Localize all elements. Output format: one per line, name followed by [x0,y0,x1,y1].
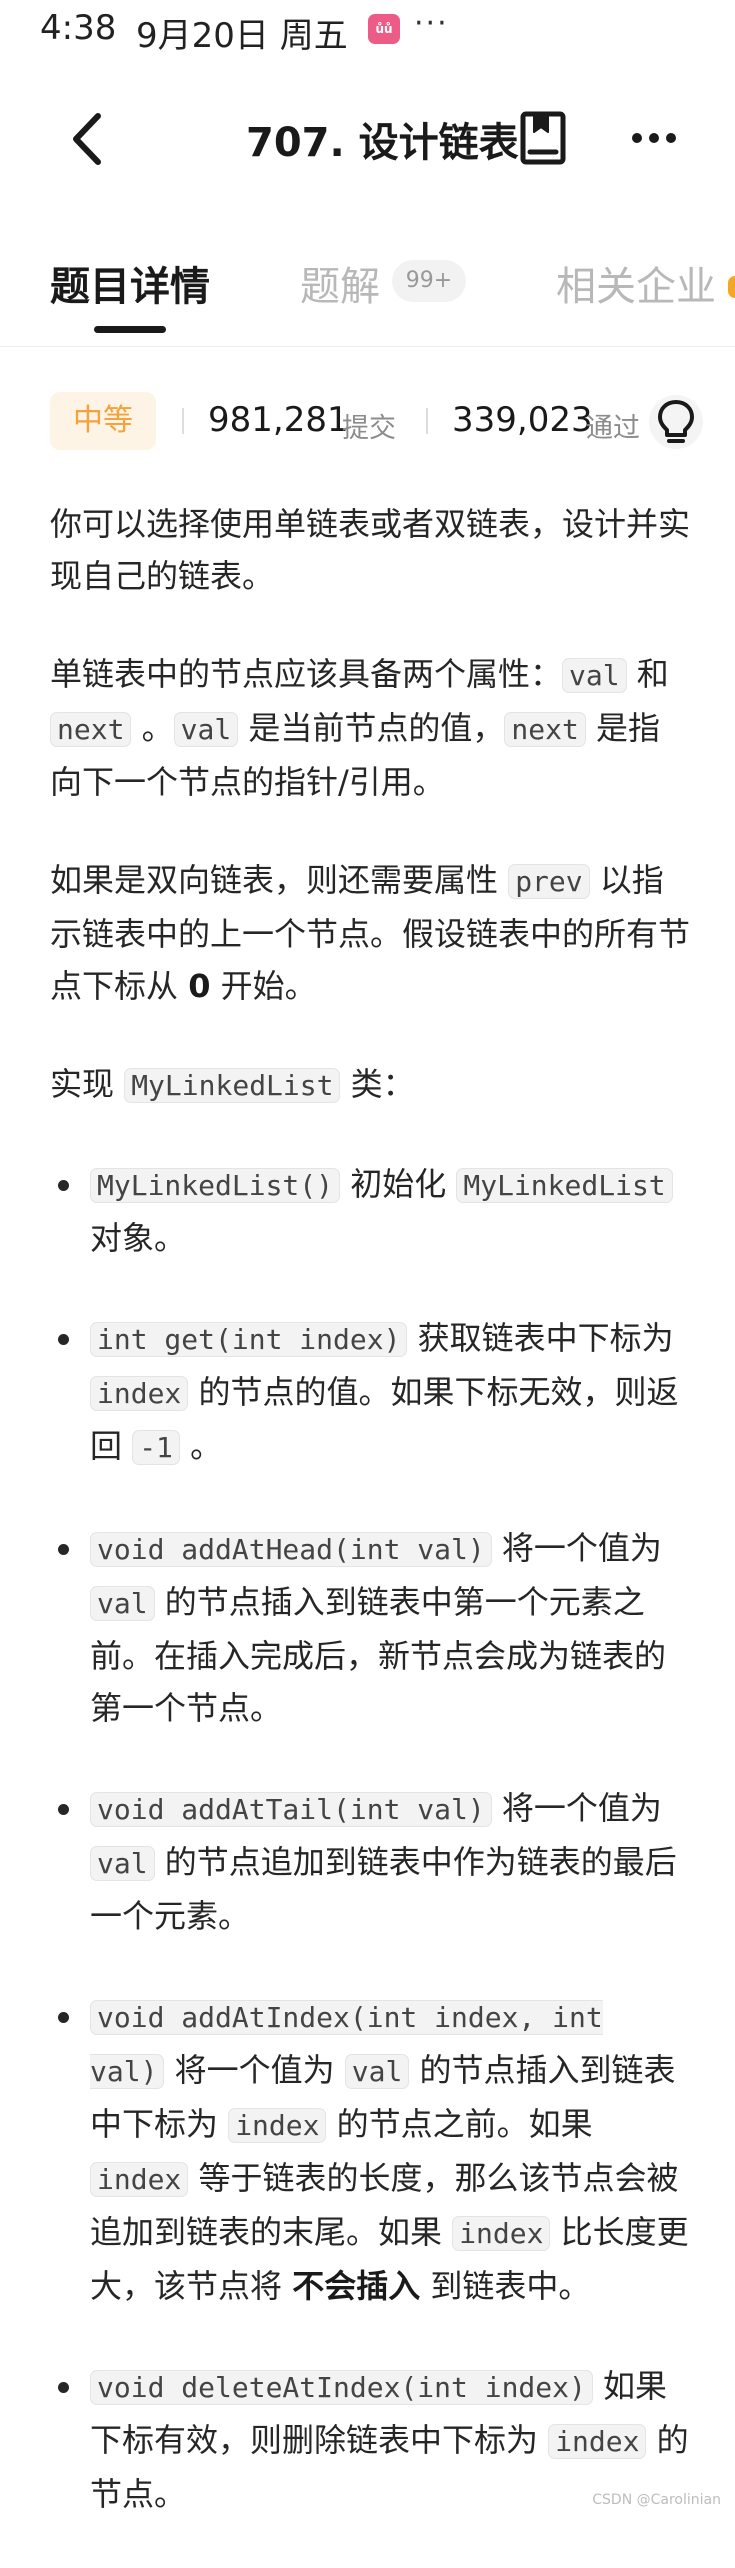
inline-code: index [228,2108,327,2143]
active-tab-indicator [94,326,166,333]
inline-code: index [452,2216,551,2251]
bullet-icon [58,2012,69,2023]
inline-code: MyLinkedList() [90,1168,341,1203]
tab-solutions[interactable]: 题解 [300,254,380,312]
problem-stats: 中等 981,281 提交 339,023 通过 [0,390,735,456]
inline-code: next [504,712,586,747]
inline-code: prev [508,864,590,899]
notebook-icon [520,111,566,165]
watermark: CSDN @Carolinian [592,2492,721,2508]
bullet-icon [58,1180,69,1191]
inline-code: void addAtTail(int val) [90,1792,492,1827]
tab-overflow-indicator [728,276,735,298]
inline-code: MyLinkedList [124,1068,341,1103]
description-paragraph: 如果是双向链表，则还需要属性 prev 以指示链表中的上一个节点。假设链表中的所… [50,861,691,1005]
status-more-icon: ··· [414,6,449,41]
hint-button[interactable] [648,390,704,454]
method-item: void addAtIndex(int index, int val) 将一个值… [50,1990,690,2312]
inline-code: void deleteAtIndex(int index) [90,2370,593,2405]
accepted-count: 339,023 [452,400,593,440]
page-title: 707. 设计链表 [246,120,519,166]
inline-code: index [90,1376,189,1411]
difficulty-badge: 中等 [50,392,156,450]
inline-code: val [173,712,239,747]
notes-button[interactable] [518,110,568,166]
inline-code: void addAtHead(int val) [90,1532,492,1567]
inline-code: index [90,2162,189,2197]
stat-divider [182,408,184,434]
inline-code: next [50,712,132,747]
bullet-icon [58,1544,69,1555]
submissions-label: 提交 [342,413,396,444]
bold-text: 不会插入 [292,2267,421,2305]
inline-code: MyLinkedList [456,1168,673,1203]
inline-code: val [562,658,627,693]
tab-description[interactable]: 题目详情 [50,254,210,312]
back-button[interactable] [62,104,122,174]
problem-description: 你可以选择使用单链表或者双链表，设计并实现自己的链表。 单链表中的节点应该具备两… [50,498,690,2568]
tab-companies[interactable]: 相关企业 [556,254,716,312]
more-horizontal-icon [632,133,676,143]
inline-code: -1 [132,1430,180,1465]
inline-code: index [548,2424,647,2459]
bullet-icon [58,2382,69,2393]
bullet-icon [58,1334,69,1345]
method-item: MyLinkedList() 初始化 MyLinkedList 对象。 [50,1158,690,1264]
bullet-icon [58,1804,69,1815]
submissions-count: 981,281 [208,400,349,440]
lightbulb-icon [649,395,703,449]
more-button[interactable] [626,110,682,166]
method-item: int get(int index) 获取链表中下标为 index 的节点的值。… [50,1312,690,1474]
description-paragraph: 你可以选择使用单链表或者双链表，设计并实现自己的链表。 [50,505,691,595]
app-notification-icon: ůů [368,14,400,44]
method-item: void addAtTail(int val) 将一个值为 val 的节点追加到… [50,1782,690,1942]
solutions-count-badge: 99+ [392,260,466,302]
description-paragraph: 实现 MyLinkedList 类： [50,1065,415,1103]
status-bar: 4:38 9月20日 周五 ůů ··· [0,0,735,60]
status-time: 4:38 [40,8,117,48]
bold-text: 0 [188,967,211,1005]
status-date: 9月20日 周五 [136,16,348,56]
inline-code: val [90,1586,155,1621]
inline-code: val [344,2054,410,2089]
title-bar: 707. 设计链表 [0,80,735,200]
stat-divider [426,408,428,434]
accepted-label: 通过 [586,413,640,444]
method-item: void addAtHead(int val) 将一个值为 val 的节点插入到… [50,1522,690,1734]
tab-bar: 题目详情 题解 99+ 相关企业 [0,230,735,347]
inline-code: int get(int index) [90,1322,408,1357]
inline-code: val [90,1846,155,1881]
method-list: MyLinkedList() 初始化 MyLinkedList 对象。 int … [50,1158,690,2520]
description-paragraph: 单链表中的节点应该具备两个属性： val 和 next 。 val 是当前节点的值，… [50,655,669,801]
chevron-left-icon [73,113,101,165]
